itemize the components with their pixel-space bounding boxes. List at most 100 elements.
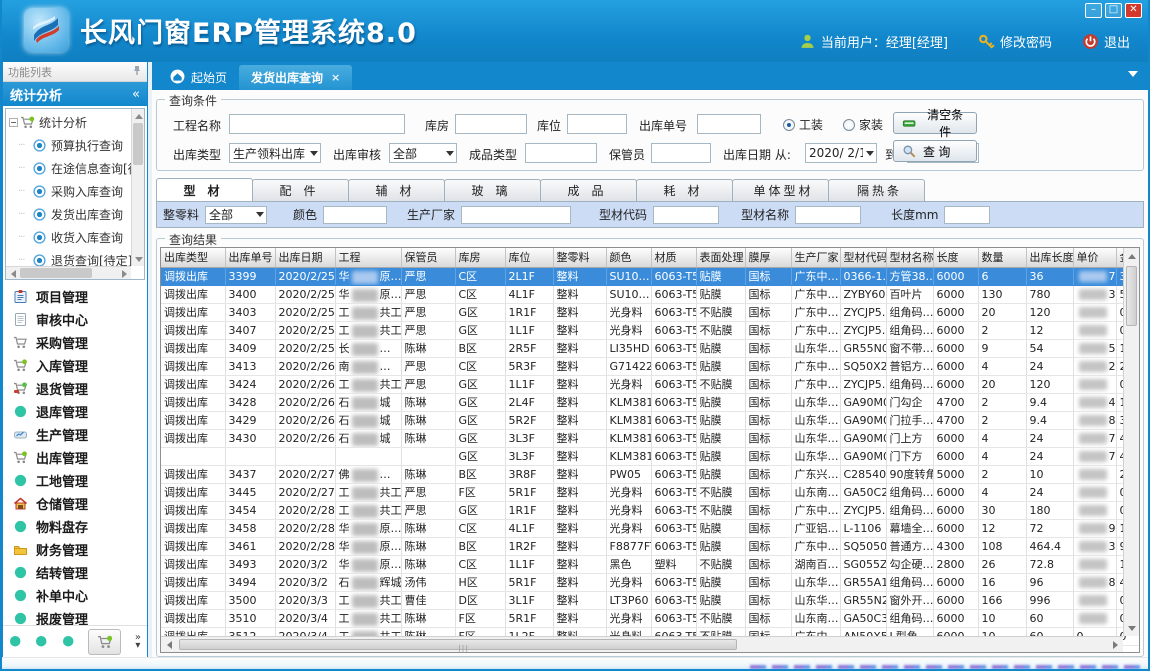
- table-row[interactable]: 调拨出库35002020/3/3工共工程曹佳D区3L1F整料LT3P606063…: [161, 591, 1140, 609]
- table-row[interactable]: 调拨出库34932020/3/2华原…陈琳C区1L1F整料黑色塑料不贴膜国标湖南…: [161, 555, 1140, 573]
- length-input[interactable]: [944, 206, 990, 224]
- location-input[interactable]: [567, 114, 627, 134]
- column-header-长度[interactable]: 长度: [933, 248, 978, 267]
- material-tab-型材[interactable]: 型材: [156, 178, 253, 201]
- expander-icon[interactable]: [9, 118, 18, 127]
- sidebar-item-报废管理[interactable]: 报废管理: [3, 607, 147, 625]
- tree-item-采购入库查询[interactable]: ···采购入库查询: [8, 180, 131, 203]
- project-name-input[interactable]: [229, 114, 405, 134]
- column-header-膜厚[interactable]: 膜厚: [745, 248, 791, 267]
- product-type-input[interactable]: [525, 143, 597, 163]
- table-row[interactable]: 调拨出库34072020/2/25工共工程严思G区1L1F整料光身料6063-T…: [161, 321, 1140, 339]
- table-row[interactable]: 调拨出库34032020/2/25工共工程严思G区1R1F整料光身料6063-T…: [161, 303, 1140, 321]
- search-button[interactable]: 查 询: [893, 140, 977, 162]
- column-header-出库单号[interactable]: 出库单号: [225, 248, 275, 267]
- column-header-库房[interactable]: 库房: [455, 248, 505, 267]
- sidebar-item-采购管理[interactable]: 采购管理: [3, 331, 147, 354]
- sidebar-item-退库管理[interactable]: 退库管理: [3, 400, 147, 423]
- table-row[interactable]: 调拨出库34542020/2/28工共工程严思G区1R1F整料光身料6063-T…: [161, 501, 1140, 519]
- column-header-出库日期[interactable]: 出库日期: [275, 248, 335, 267]
- factory-input[interactable]: [461, 206, 571, 224]
- table-row[interactable]: 调拨出库34302020/2/26石城陈琳G区3L3F整料KLM38176063…: [161, 429, 1140, 447]
- outbound-audit-select[interactable]: 全部: [389, 143, 457, 163]
- table-row[interactable]: 调拨出库35102020/3/4工共工程陈琳F区5R1F整料光身料6063-T5…: [161, 609, 1140, 627]
- column-header-数量[interactable]: 数量: [978, 248, 1026, 267]
- sidebar-item-出库管理[interactable]: 出库管理: [3, 446, 147, 469]
- tab-shipping-outbound-query[interactable]: 发货出库查询 ×: [239, 65, 352, 90]
- material-tab-隔热条[interactable]: 隔热条: [828, 179, 925, 201]
- column-header-库位[interactable]: 库位: [505, 248, 553, 267]
- whole-piece-select[interactable]: 全部: [205, 206, 267, 224]
- tab-home[interactable]: 起始页: [158, 65, 239, 90]
- sidebar-item-退货管理[interactable]: 退货管理: [3, 377, 147, 400]
- module-dot-icon[interactable]: [62, 635, 74, 648]
- module-dot-icon[interactable]: [9, 635, 21, 648]
- tree-item-退货查询[待定][interactable]: ···退货查询[待定]: [8, 249, 131, 266]
- close-button[interactable]: ✕: [1125, 3, 1142, 18]
- clear-conditions-button[interactable]: 清空条件: [893, 112, 977, 134]
- sidebar-item-物料盘存[interactable]: 物料盘存: [3, 515, 147, 538]
- collapse-icon[interactable]: «: [132, 87, 140, 102]
- profile-code-input[interactable]: [653, 206, 719, 224]
- grid-vertical-scrollbar[interactable]: [1123, 248, 1139, 636]
- pin-icon[interactable]: [132, 65, 142, 79]
- overflow-chevron[interactable]: »▾: [135, 634, 141, 650]
- table-row[interactable]: 调拨出库34092020/2/25长…陈琳B区2R5F整料LI35HD6063-…: [161, 339, 1140, 357]
- sidebar-item-财务管理[interactable]: 财务管理: [3, 538, 147, 561]
- column-header-出库长度[interactable]: 出库长度: [1026, 248, 1073, 267]
- table-row[interactable]: 调拨出库34002020/2/25华原…严思C区4L1F整料SU10…6063-…: [161, 285, 1140, 303]
- logout-button[interactable]: 退出: [1082, 32, 1130, 51]
- column-header-型材名称[interactable]: 型材名称: [886, 248, 933, 267]
- table-row[interactable]: 调拨出库34282020/2/26石城陈琳G区2L4F整料KLM38176063…: [161, 393, 1140, 411]
- profile-name-input[interactable]: [795, 206, 861, 224]
- material-tab-成品[interactable]: 成品: [540, 179, 637, 201]
- module-dot-icon[interactable]: [35, 635, 47, 648]
- column-header-保管员[interactable]: 保管员: [401, 248, 455, 267]
- table-row[interactable]: 调拨出库33992020/2/25华原…严思C区2L1F整料SU10…6063-…: [161, 267, 1140, 285]
- radio-gongzhuang[interactable]: 工装: [783, 116, 823, 133]
- color-input[interactable]: [323, 206, 387, 224]
- date-from-select[interactable]: 2020/ 2/16: [805, 143, 877, 163]
- minimize-button[interactable]: –: [1085, 3, 1102, 18]
- outbound-type-select[interactable]: 生产领料出库: [229, 143, 321, 163]
- column-header-生产厂家[interactable]: 生产厂家: [791, 248, 840, 267]
- material-tab-单体型材[interactable]: 单体型材: [732, 179, 829, 201]
- change-password-button[interactable]: 修改密码: [978, 32, 1052, 51]
- table-row[interactable]: 调拨出库34582020/2/28华原…陈琳C区4L1F整料光身料6063-T5…: [161, 519, 1140, 537]
- column-header-颜色[interactable]: 颜色: [606, 248, 651, 267]
- table-row[interactable]: 调拨出库34612020/2/28华原…陈琳B区1R2F整料F8877FT606…: [161, 537, 1140, 555]
- tree-root[interactable]: 统计分析: [8, 111, 131, 134]
- column-header-型材代码[interactable]: 型材代码: [840, 248, 886, 267]
- sidebar-item-工地管理[interactable]: 工地管理: [3, 469, 147, 492]
- material-tab-配件[interactable]: 配件: [252, 179, 349, 201]
- sidebar-section-statistics[interactable]: 统计分析 «: [3, 82, 147, 106]
- sidebar-item-补单中心[interactable]: 补单中心: [3, 584, 147, 607]
- grid-horizontal-scrollbar[interactable]: |||: [161, 636, 1123, 652]
- tree-item-预算执行查询[interactable]: ···预算执行查询: [8, 134, 131, 157]
- sidebar-item-结转管理[interactable]: 结转管理: [3, 561, 147, 584]
- sidebar-item-审核中心[interactable]: 审核中心: [3, 308, 147, 331]
- material-tab-辅材[interactable]: 辅材: [348, 179, 445, 201]
- keeper-input[interactable]: [651, 143, 711, 163]
- sidebar-item-仓储管理[interactable]: 仓储管理: [3, 492, 147, 515]
- column-header-材质[interactable]: 材质: [651, 248, 696, 267]
- tab-list-dropdown-icon[interactable]: [1128, 71, 1138, 77]
- tab-close-icon[interactable]: ×: [331, 71, 340, 84]
- sidebar-item-生产管理[interactable]: 生产管理: [3, 423, 147, 446]
- table-row[interactable]: 调拨出库34942020/3/2石辉城汤伟H区5R1F整料光身料6063-T5贴…: [161, 573, 1140, 591]
- maximize-button[interactable]: □: [1105, 3, 1122, 18]
- material-tab-耗材[interactable]: 耗材: [636, 179, 733, 201]
- tree-item-在途信息查询[待[interactable]: ···在途信息查询[待: [8, 157, 131, 180]
- table-row[interactable]: 调拨出库34372020/2/27佛…陈琳B区3R8F整料PW056063-T5…: [161, 465, 1140, 483]
- tree-horizontal-scrollbar[interactable]: [6, 266, 131, 279]
- column-header-整零料[interactable]: 整零料: [553, 248, 606, 267]
- table-row[interactable]: 调拨出库34452020/2/27工共工程严思F区5R1F整料光身料6063-T…: [161, 483, 1140, 501]
- material-tab-玻璃[interactable]: 玻璃: [444, 179, 541, 201]
- table-row[interactable]: 调拨出库34242020/2/26工共工程严思G区1L1F整料光身料6063-T…: [161, 375, 1140, 393]
- table-row[interactable]: 调拨出库34292020/2/26石城陈琳G区5R2F整料KLM38176063…: [161, 411, 1140, 429]
- sidebar-item-入库管理[interactable]: 入库管理: [3, 354, 147, 377]
- column-header-工程[interactable]: 工程: [335, 248, 401, 267]
- column-header-出库类型[interactable]: 出库类型: [161, 248, 225, 267]
- column-header-表面处理[interactable]: 表面处理: [696, 248, 745, 267]
- cart-module-button[interactable]: [88, 629, 121, 655]
